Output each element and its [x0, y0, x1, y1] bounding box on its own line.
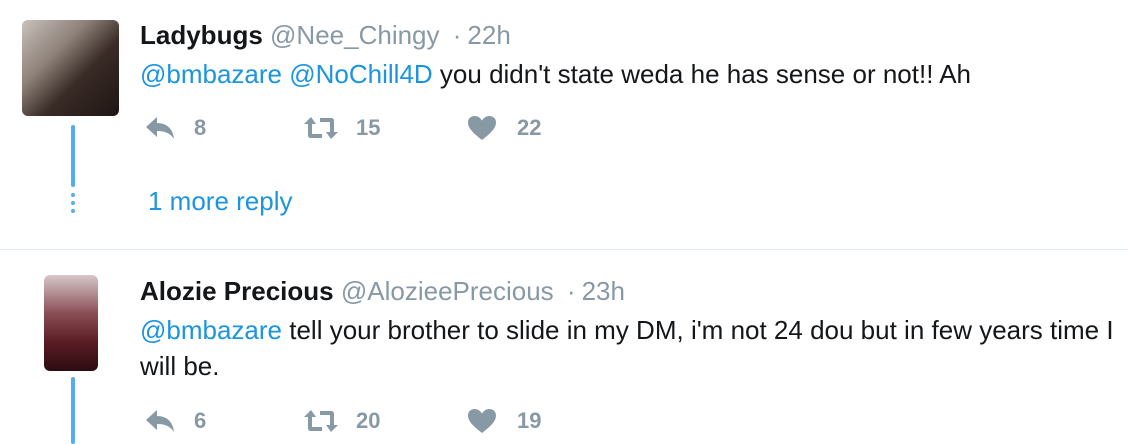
- retweet-button[interactable]: 20: [302, 408, 380, 434]
- like-count: 22: [517, 115, 542, 140]
- like-button[interactable]: 19: [467, 408, 541, 434]
- reply-icon: [146, 117, 174, 139]
- tweet-text: @bmbazare tell your brother to slide in …: [140, 312, 1125, 384]
- separator: ·: [566, 276, 576, 306]
- more-replies-link[interactable]: 1 more reply: [148, 186, 293, 217]
- retweet-count: 20: [356, 408, 381, 433]
- timestamp[interactable]: 23h: [582, 276, 625, 306]
- tweet-header: Alozie Precious @AlozieePrecious · 23h: [140, 276, 625, 307]
- timestamp[interactable]: 22h: [467, 20, 510, 50]
- user-handle[interactable]: @AlozieePrecious: [341, 276, 554, 306]
- reply-count: 8: [194, 115, 207, 140]
- retweet-button[interactable]: 15: [302, 115, 380, 141]
- avatar[interactable]: [44, 275, 98, 371]
- tweet-body: tell your brother to slide in my DM, i'm…: [140, 315, 1114, 381]
- like-button[interactable]: 22: [467, 115, 541, 141]
- tweet-ladybugs[interactable]: Ladybugs @Nee_Chingy · 22h @bmbazare @NoC…: [0, 0, 1128, 249]
- thread-line: [71, 125, 75, 187]
- reply-button[interactable]: 6: [144, 408, 206, 434]
- retweet-icon: [304, 117, 338, 139]
- mention-link[interactable]: @bmbazare: [140, 315, 282, 345]
- tweet-body: you didn't state weda he has sense or no…: [439, 59, 972, 89]
- mention-link[interactable]: @bmbazare: [140, 59, 282, 89]
- heart-icon: [468, 409, 496, 433]
- mention-link[interactable]: @NoChill4D: [289, 59, 432, 89]
- tweet-text: @bmbazare @NoChill4D you didn't state we…: [140, 56, 1125, 92]
- display-name[interactable]: Ladybugs: [140, 20, 263, 50]
- reply-icon: [146, 410, 174, 432]
- thread-line: [71, 377, 75, 444]
- display-name[interactable]: Alozie Precious: [140, 276, 334, 306]
- retweet-count: 15: [356, 115, 381, 140]
- reply-button[interactable]: 8: [144, 115, 206, 141]
- like-count: 19: [517, 408, 542, 433]
- separator: ·: [452, 20, 462, 50]
- avatar[interactable]: [22, 20, 119, 116]
- thread-dots: [71, 193, 75, 217]
- retweet-icon: [304, 410, 338, 432]
- user-handle[interactable]: @Nee_Chingy: [270, 20, 439, 50]
- heart-icon: [468, 116, 496, 140]
- reply-count: 6: [194, 408, 207, 433]
- tweet-header: Ladybugs @Nee_Chingy · 22h: [140, 20, 511, 51]
